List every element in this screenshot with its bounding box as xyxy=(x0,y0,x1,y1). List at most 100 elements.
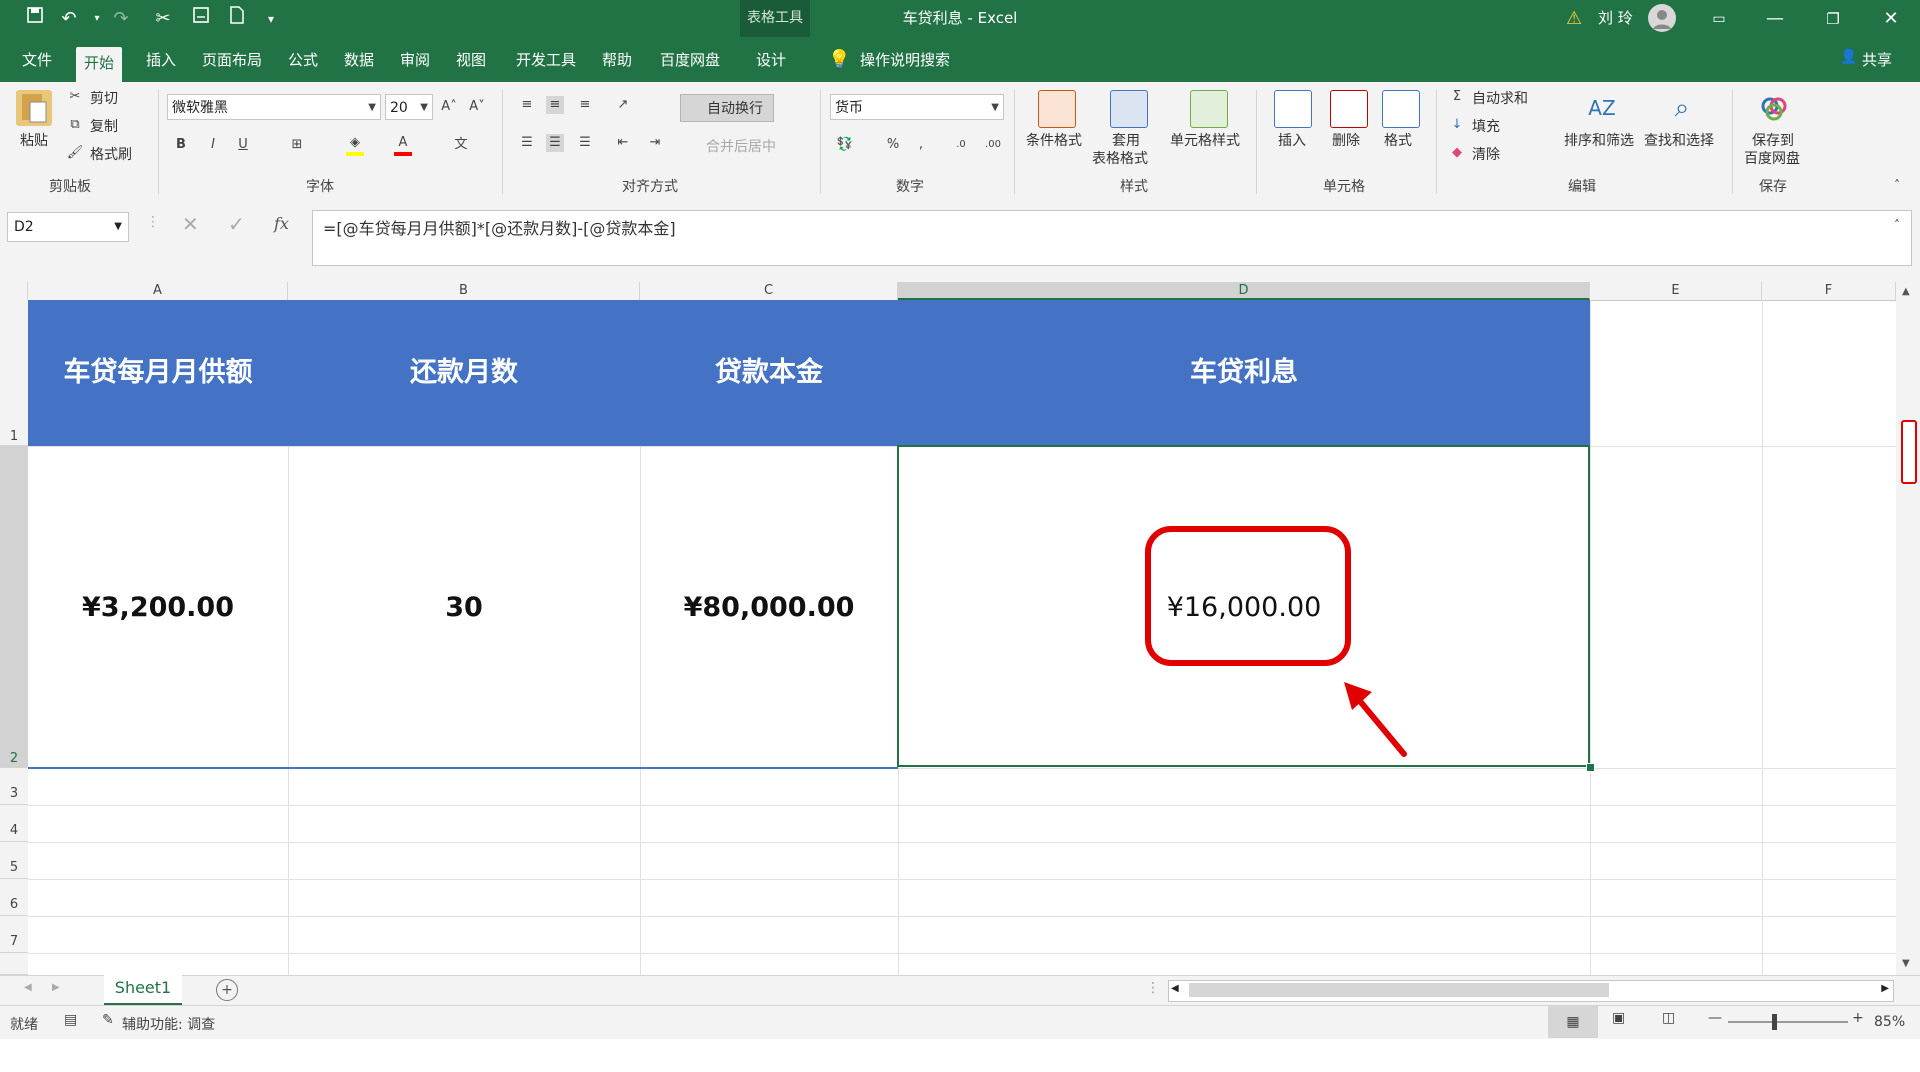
split-handle-icon[interactable]: ⋮ xyxy=(1146,980,1160,996)
name-box[interactable]: D2 ▼ xyxy=(7,212,129,242)
table-header-principal[interactable]: 贷款本金 xyxy=(640,300,898,446)
format-painter-button[interactable]: 格式刷 xyxy=(90,144,132,164)
column-header-b[interactable]: B xyxy=(288,282,640,300)
new-document-icon[interactable] xyxy=(224,6,250,32)
zoom-level[interactable]: 85% xyxy=(1874,1014,1905,1030)
scroll-right-icon[interactable]: ▶ xyxy=(1881,983,1889,994)
zoom-slider[interactable] xyxy=(1728,1021,1848,1023)
table-header-monthly-payment[interactable]: 车贷每月月供额 xyxy=(28,300,288,446)
row-header-3[interactable]: 3 xyxy=(0,768,28,805)
format-as-table-icon[interactable] xyxy=(1110,90,1148,128)
share-button[interactable]: 共享 xyxy=(1854,45,1900,75)
column-header-c[interactable]: C xyxy=(640,282,898,300)
select-all-corner[interactable] xyxy=(0,282,28,300)
tab-design[interactable]: 设计 xyxy=(748,45,794,75)
tab-developer[interactable]: 开发工具 xyxy=(508,45,584,75)
clear-icon[interactable]: ◆ xyxy=(1448,144,1466,162)
merge-center-button[interactable]: 合并后居中 xyxy=(706,136,776,156)
delete-cells-icon[interactable] xyxy=(1330,90,1368,128)
copy-button[interactable]: 复制 xyxy=(90,116,118,136)
undo-icon[interactable]: ↶ xyxy=(56,6,82,32)
tab-file[interactable]: 文件 xyxy=(14,45,60,75)
zoom-in-icon[interactable]: + xyxy=(1852,1010,1864,1026)
format-cells-icon[interactable] xyxy=(1382,90,1420,128)
cell-b2[interactable]: 30 xyxy=(288,446,640,768)
add-sheet-icon[interactable]: + xyxy=(216,979,238,1001)
conditional-formatting-icon[interactable] xyxy=(1038,90,1076,128)
row-header-6[interactable]: 6 xyxy=(0,879,28,916)
find-select-button[interactable]: 查找和选择 xyxy=(1644,130,1714,150)
page-break-view-icon[interactable]: ◫ xyxy=(1662,1010,1675,1026)
font-size-combo[interactable]: 20 ▼ xyxy=(385,94,433,120)
cell-styles-icon[interactable] xyxy=(1190,90,1228,128)
tab-formulas[interactable]: 公式 xyxy=(280,45,326,75)
orientation-icon[interactable]: ↗ xyxy=(614,96,632,114)
restore-icon[interactable]: ❐ xyxy=(1820,6,1846,32)
cell-styles-button[interactable]: 单元格样式 xyxy=(1170,130,1240,150)
baidu-netdisk-icon[interactable] xyxy=(1756,90,1792,126)
tab-baidu-netdisk[interactable]: 百度网盘 xyxy=(652,45,728,75)
tab-review[interactable]: 审阅 xyxy=(392,45,438,75)
font-color-icon[interactable]: A xyxy=(394,134,412,156)
insert-cells-button[interactable]: 插入 xyxy=(1278,130,1306,150)
avatar[interactable] xyxy=(1648,4,1676,32)
save-as-icon[interactable] xyxy=(188,6,214,32)
column-header-f[interactable]: F xyxy=(1762,282,1896,300)
cut-button[interactable]: 剪切 xyxy=(90,88,118,108)
align-right-icon[interactable]: ☰ xyxy=(576,134,594,152)
sort-filter-icon[interactable]: AZ xyxy=(1584,90,1620,126)
tab-home[interactable]: 开始 xyxy=(76,47,123,82)
font-name-combo[interactable]: 微软雅黑 ▼ xyxy=(167,94,381,120)
fill-color-icon[interactable]: ◈ xyxy=(346,134,364,156)
ribbon-display-options-icon[interactable]: ▭ xyxy=(1706,6,1732,32)
autosum-button[interactable]: 自动求和 xyxy=(1472,88,1528,108)
vertical-scrollbar[interactable]: ▲ ▼ xyxy=(1896,282,1920,975)
prev-sheet-icon[interactable]: ◀ xyxy=(24,982,32,993)
format-as-table-line1[interactable]: 套用 xyxy=(1112,130,1140,150)
increase-decimal-icon[interactable]: .0 xyxy=(952,136,970,154)
bold-button[interactable]: B xyxy=(172,136,190,154)
save-icon[interactable] xyxy=(22,6,48,32)
increase-font-icon[interactable]: A˄ xyxy=(440,98,458,116)
name-box-dropdown-icon[interactable]: ▼ xyxy=(114,213,122,241)
undo-dropdown-icon[interactable]: ▾ xyxy=(84,6,110,32)
sort-filter-button[interactable]: 排序和筛选 xyxy=(1564,130,1634,150)
warning-icon[interactable]: ⚠ xyxy=(1566,8,1582,29)
vertical-scroll-thumb[interactable] xyxy=(1901,420,1917,484)
cancel-icon[interactable]: ✕ xyxy=(182,212,199,236)
tab-page-layout[interactable]: 页面布局 xyxy=(194,45,270,75)
format-painter-icon[interactable]: 🖌 xyxy=(66,144,84,162)
column-header-a[interactable]: A xyxy=(28,282,288,300)
paste-icon[interactable] xyxy=(16,90,52,126)
customize-toolbar-icon[interactable]: ▾ xyxy=(258,6,284,32)
phonetic-icon[interactable]: 文 xyxy=(452,136,470,154)
format-as-table-line2[interactable]: 表格格式 xyxy=(1092,148,1148,168)
copy-icon[interactable]: ⧉ xyxy=(66,116,84,134)
row-header-4[interactable]: 4 xyxy=(0,805,28,842)
tell-me-search[interactable]: 操作说明搜索 xyxy=(852,45,958,75)
zoom-out-icon[interactable]: — xyxy=(1708,1010,1722,1026)
decrease-indent-icon[interactable]: ⇤ xyxy=(614,134,632,152)
accessibility-icon[interactable]: ✎ xyxy=(102,1012,114,1028)
close-icon[interactable]: ✕ xyxy=(1878,6,1904,32)
row-header-5[interactable]: 5 xyxy=(0,842,28,879)
clear-button[interactable]: 清除 xyxy=(1472,144,1500,164)
cell-a2[interactable]: ¥3,200.00 xyxy=(28,446,288,768)
table-header-months[interactable]: 还款月数 xyxy=(288,300,640,446)
column-header-e[interactable]: E xyxy=(1590,282,1762,300)
comma-style-icon[interactable]: , xyxy=(912,136,930,154)
insert-cells-icon[interactable] xyxy=(1274,90,1312,128)
align-bottom-icon[interactable]: ≡ xyxy=(576,96,594,114)
italic-button[interactable]: I xyxy=(204,136,222,154)
tab-help[interactable]: 帮助 xyxy=(594,45,640,75)
align-center-icon[interactable]: ☰ xyxy=(546,134,564,152)
tab-view[interactable]: 视图 xyxy=(448,45,494,75)
collapse-ribbon-icon[interactable]: ˄ xyxy=(1894,178,1900,192)
border-icon[interactable]: ⊞ xyxy=(288,136,306,154)
horizontal-scrollbar[interactable]: ◀ ▶ xyxy=(1168,980,1894,1002)
column-header-d[interactable]: D xyxy=(898,282,1590,300)
normal-view-icon[interactable]: ▦ xyxy=(1548,1006,1598,1038)
redo-icon[interactable]: ↷ xyxy=(108,6,134,32)
fill-icon[interactable]: ↓ xyxy=(1448,116,1466,134)
scroll-down-icon[interactable]: ▼ xyxy=(1902,958,1910,969)
